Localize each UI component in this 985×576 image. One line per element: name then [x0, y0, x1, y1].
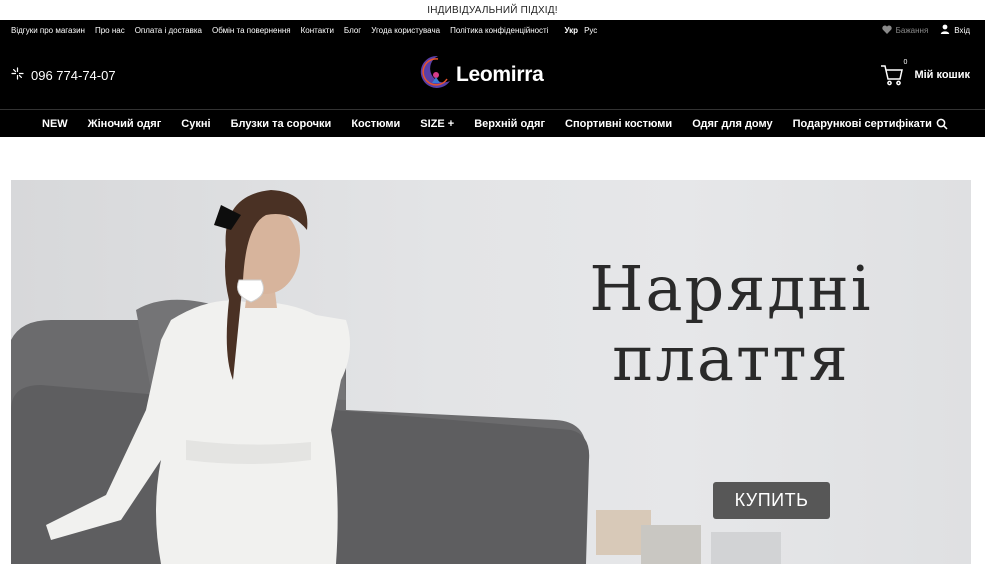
top-link-blog[interactable]: Блог — [344, 26, 361, 35]
top-links: Відгуки про магазин Про нас Оплата і дос… — [11, 20, 597, 40]
heart-icon — [881, 25, 892, 36]
top-link-privacy[interactable]: Політика конфіденційності — [450, 26, 548, 35]
cart-icon-wrap: 0 — [880, 59, 907, 87]
cart-icon — [880, 65, 904, 91]
phone-number[interactable]: 096 774-74-07 — [31, 68, 116, 83]
hero-banner[interactable]: Нарядні плаття КУПИТЬ — [11, 180, 971, 564]
banner-headline-line1: Нарядні — [589, 252, 873, 325]
top-link-payment[interactable]: Оплата і доставка — [135, 26, 202, 35]
user-links: Бажання Вхід — [881, 20, 970, 40]
top-link-reviews[interactable]: Відгуки про магазин — [11, 26, 85, 35]
buy-button[interactable]: КУПИТЬ — [713, 482, 830, 519]
lang-rus[interactable]: Рус — [584, 26, 597, 35]
cart[interactable]: 0 Мій кошик — [880, 59, 970, 87]
banner-headline: Нарядні плаття — [571, 254, 891, 394]
cart-count: 0 — [903, 59, 908, 66]
banner-headline-line2: плаття — [612, 322, 850, 395]
site-header: Відгуки про магазин Про нас Оплата і дос… — [0, 20, 985, 137]
nav-item-outerwear[interactable]: Верхній одяг — [474, 118, 545, 130]
nav-item-homewear[interactable]: Одяг для дому — [692, 118, 772, 130]
phone-icon — [11, 67, 24, 83]
nav-item-suits[interactable]: Костюми — [351, 118, 400, 130]
phone-block[interactable]: 096 774-74-07 — [11, 67, 116, 83]
nav-item-womens-clothing[interactable]: Жіночий одяг — [88, 118, 162, 130]
main-nav: NEW Жіночий одяг Сукні Блузки та сорочки… — [0, 109, 985, 137]
cart-label: Мій кошик — [914, 69, 970, 81]
language-switcher: Укр Рус — [565, 26, 598, 35]
logo-mark-icon — [416, 53, 454, 96]
nav-item-dresses[interactable]: Сукні — [181, 118, 210, 130]
login-link[interactable]: Вхід — [940, 24, 970, 36]
nav-item-size-plus[interactable]: SIZE + — [420, 118, 454, 130]
nav-item-new[interactable]: NEW — [42, 118, 68, 130]
nav-item-blouses[interactable]: Блузки та сорочки — [231, 118, 332, 130]
top-link-returns[interactable]: Обмін та повернення — [212, 26, 291, 35]
nav-items: NEW Жіночий одяг Сукні Блузки та сорочки… — [42, 118, 932, 130]
nav-item-gift-cards[interactable]: Подарункові сертифікати — [793, 118, 932, 130]
wishlist-label: Бажання — [895, 25, 929, 35]
lang-ukr[interactable]: Укр — [565, 26, 579, 35]
login-label: Вхід — [954, 25, 970, 35]
top-link-agreement[interactable]: Угода користувача — [371, 26, 440, 35]
top-link-contacts[interactable]: Контакти — [301, 26, 334, 35]
nav-item-sport-suits[interactable]: Спортивні костюми — [565, 118, 672, 130]
search-icon[interactable] — [936, 117, 948, 135]
logo[interactable]: Leomirra — [416, 53, 544, 96]
logo-text: Leomirra — [456, 62, 544, 86]
promo-bar: ІНДИВІДУАЛЬНИЙ ПІДХІД! — [0, 0, 985, 20]
promo-text: ІНДИВІДУАЛЬНИЙ ПІДХІД! — [427, 4, 558, 16]
user-icon — [940, 24, 950, 36]
wishlist-link[interactable]: Бажання — [881, 25, 929, 36]
top-link-about[interactable]: Про нас — [95, 26, 125, 35]
